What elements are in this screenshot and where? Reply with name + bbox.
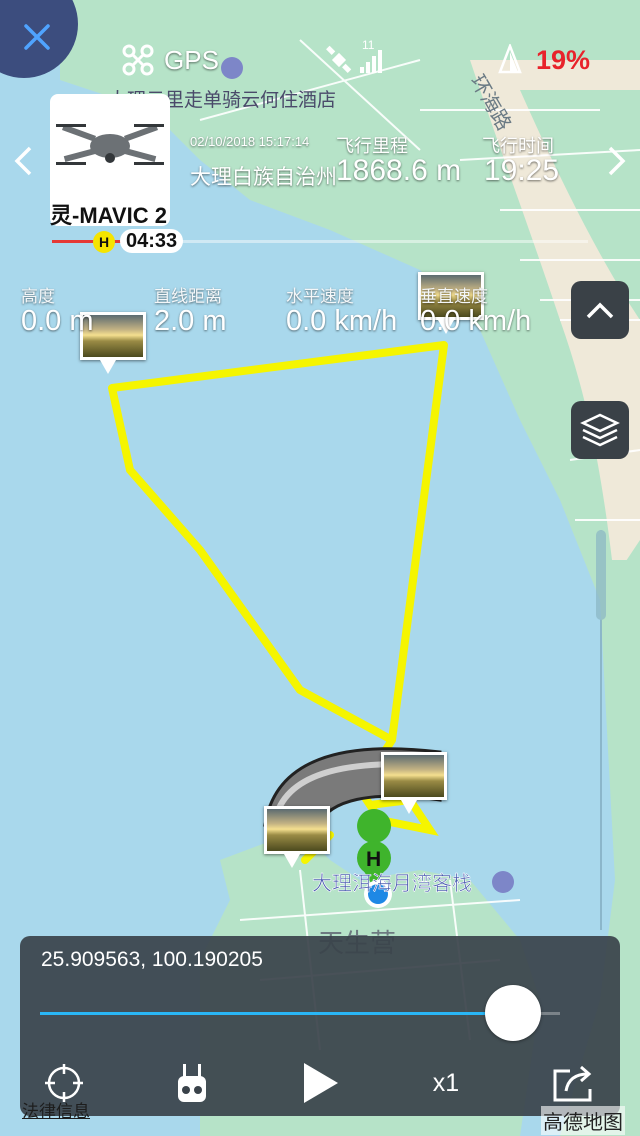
coordinates-readout: 25.909563, 100.190205 — [41, 948, 263, 971]
duration-value: 19:25 — [484, 154, 560, 187]
satellite-count: 11 — [362, 38, 375, 52]
map-provider-logo: 高德地图 — [541, 1106, 625, 1135]
map-layers-button[interactable] — [571, 401, 629, 459]
play-button[interactable] — [292, 1058, 348, 1108]
satellite-icon — [326, 45, 352, 73]
drone-thumbnail[interactable]: 灵-MAVIC 2 — [50, 94, 170, 228]
drone-model-label: 灵-MAVIC 2 — [50, 203, 167, 228]
distance-straight-label: 直线距离 — [154, 287, 222, 306]
legal-info-link[interactable]: 法律信息 — [22, 1097, 90, 1122]
horizontal-speed-label: 水平速度 — [286, 287, 354, 306]
distance-value: 1868.6 m — [336, 154, 462, 187]
drone-icon — [122, 44, 154, 76]
drone-image — [56, 124, 164, 165]
gps-label: GPS — [164, 44, 219, 75]
home-badge-map: H — [366, 848, 381, 871]
play-icon — [304, 1063, 338, 1103]
home-pin — [357, 809, 392, 843]
collapse-button[interactable] — [571, 281, 629, 339]
prev-flight-button[interactable] — [12, 145, 36, 182]
flight-location: 大理白族自治州 — [190, 166, 337, 189]
playback-slider-thumb[interactable] — [485, 985, 542, 1041]
hotel-label-bottom: 大理洱海月湾客栈 — [312, 872, 472, 895]
chevron-right-icon — [608, 146, 626, 176]
horizontal-speed-value: 0.0 km/h — [286, 305, 398, 337]
playback-speed-button[interactable]: x1 — [418, 1058, 474, 1108]
remote-controller-icon — [178, 1064, 206, 1102]
layers-icon — [580, 413, 620, 447]
altitude-label: 高度 — [21, 287, 55, 306]
share-button[interactable] — [546, 1058, 602, 1108]
playback-speed: x1 — [432, 1068, 460, 1097]
chevron-left-icon — [14, 146, 32, 176]
close-icon — [24, 24, 50, 50]
timeline-time: 04:33 — [120, 229, 184, 253]
remote-controller-button[interactable] — [164, 1058, 220, 1108]
satellite-status: 11 — [324, 38, 386, 80]
flight-datetime: 02/10/2018 15:17:14 — [190, 134, 310, 149]
playback-slider-fill — [40, 1012, 514, 1015]
hotel-icon-top — [221, 57, 243, 79]
altitude-value: 0.0 m — [21, 305, 94, 337]
battery-percent: 19% — [536, 44, 591, 75]
vertical-speed-value: 0.0 km/h — [420, 305, 532, 337]
battery-icon — [498, 44, 522, 74]
vertical-speed-label: 垂直速度 — [420, 287, 488, 306]
distance-straight-value: 2.0 m — [154, 305, 227, 337]
next-flight-button[interactable] — [604, 145, 628, 182]
gps-status: GPS — [122, 40, 219, 80]
hotel-icon-bottom — [492, 871, 514, 893]
home-badge-timeline: H — [93, 231, 115, 253]
share-icon — [553, 1065, 592, 1102]
photo-marker[interactable] — [381, 752, 447, 814]
battery-status: 19% — [494, 40, 590, 80]
photo-marker[interactable] — [264, 806, 330, 868]
chevron-up-icon — [586, 302, 614, 319]
